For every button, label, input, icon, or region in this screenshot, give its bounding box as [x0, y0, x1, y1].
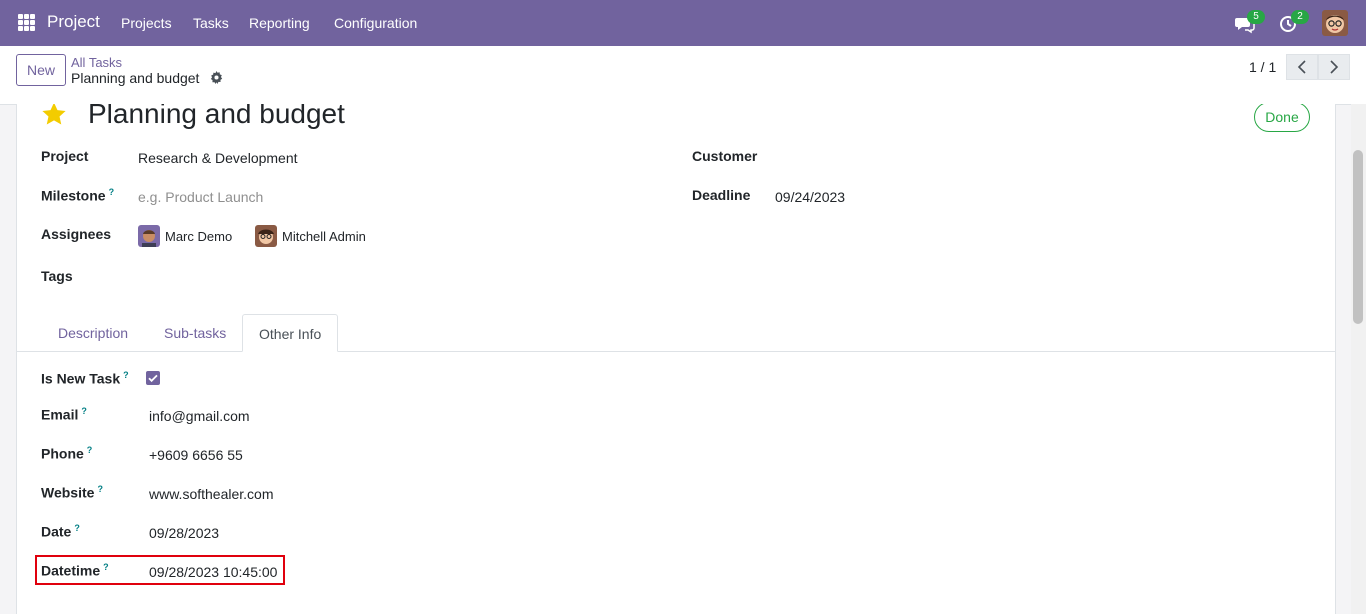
milestone-label: Milestone? — [41, 187, 115, 204]
new-button[interactable]: New — [16, 54, 66, 86]
scrollbar-thumb[interactable] — [1353, 150, 1363, 324]
deadline-label: Deadline — [692, 187, 751, 203]
activities-button[interactable]: 2 — [1279, 10, 1309, 34]
date-value[interactable]: 09/28/2023 — [149, 525, 219, 541]
date-label: Date? — [41, 523, 80, 540]
control-panel: New All Tasks Planning and budget 1 / 1 — [0, 46, 1366, 105]
project-value[interactable]: Research & Development — [138, 150, 298, 166]
checkmark-icon — [148, 374, 158, 383]
milestone-help-icon[interactable]: ? — [109, 187, 115, 197]
page-scrollbar[interactable] — [1351, 104, 1366, 614]
marc-demo-avatar-icon — [138, 225, 160, 247]
task-title[interactable]: Planning and budget — [88, 104, 345, 130]
website-value[interactable]: www.softhealer.com — [149, 486, 274, 502]
chevron-left-icon — [1297, 60, 1306, 74]
project-label: Project — [41, 148, 89, 164]
top-navbar: Project Projects Tasks Reporting Configu… — [0, 0, 1366, 46]
breadcrumb-current: Planning and budget — [71, 70, 200, 86]
is-new-task-checkbox[interactable] — [146, 371, 160, 385]
website-label: Website? — [41, 484, 103, 501]
tab-sub-tasks[interactable]: Sub-tasks — [148, 314, 242, 352]
datetime-help-icon[interactable]: ? — [103, 562, 109, 572]
customer-label: Customer — [692, 148, 758, 164]
email-help-icon[interactable]: ? — [81, 406, 87, 416]
pager-previous-button[interactable] — [1286, 54, 1318, 80]
deadline-value[interactable]: 09/24/2023 — [775, 189, 845, 205]
chevron-right-icon — [1330, 60, 1339, 74]
activities-count-badge: 2 — [1291, 10, 1309, 24]
user-avatar-icon — [1322, 10, 1348, 36]
menu-configuration[interactable]: Configuration — [334, 15, 417, 31]
menu-projects[interactable]: Projects — [121, 15, 172, 31]
user-avatar[interactable] — [1322, 10, 1348, 36]
email-label: Email? — [41, 406, 87, 423]
app-brand[interactable]: Project — [47, 12, 100, 32]
phone-label: Phone? — [41, 445, 93, 462]
stage-done-button[interactable]: Done — [1254, 104, 1310, 132]
form-sheet: Planning and budget Done Project Researc… — [16, 104, 1336, 614]
pager-value[interactable]: 1 / 1 — [1249, 59, 1276, 75]
app-grid-icon[interactable] — [18, 14, 35, 31]
assignee-chip-mitchell-admin[interactable]: Mitchell Admin — [255, 225, 366, 247]
breadcrumb-all-tasks[interactable]: All Tasks — [71, 55, 122, 70]
menu-tasks[interactable]: Tasks — [193, 15, 229, 31]
messaging-button[interactable]: 5 — [1235, 10, 1265, 34]
phone-value[interactable]: +9609 6656 55 — [149, 447, 243, 463]
messages-count-badge: 5 — [1247, 10, 1265, 24]
tab-other-info[interactable]: Other Info — [242, 314, 339, 352]
email-value[interactable]: info@gmail.com — [149, 408, 250, 424]
is-new-task-label: Is New Task? — [41, 370, 129, 387]
pager-next-button[interactable] — [1318, 54, 1350, 80]
star-icon[interactable] — [41, 104, 67, 127]
milestone-input[interactable]: e.g. Product Launch — [138, 189, 263, 205]
gear-icon[interactable] — [210, 71, 223, 84]
website-help-icon[interactable]: ? — [97, 484, 103, 494]
is-new-task-help-icon[interactable]: ? — [123, 370, 129, 380]
phone-help-icon[interactable]: ? — [87, 445, 93, 455]
datetime-label: Datetime? — [41, 562, 109, 579]
assignee-chip-marc-demo[interactable]: Marc Demo — [138, 225, 232, 247]
datetime-value[interactable]: 09/28/2023 10:45:00 — [149, 564, 277, 580]
tags-label: Tags — [41, 268, 73, 284]
assignees-label: Assignees — [41, 226, 112, 242]
date-help-icon[interactable]: ? — [74, 523, 80, 533]
tab-description[interactable]: Description — [42, 314, 144, 352]
mitchell-admin-avatar-icon — [255, 225, 277, 247]
menu-reporting[interactable]: Reporting — [249, 15, 310, 31]
